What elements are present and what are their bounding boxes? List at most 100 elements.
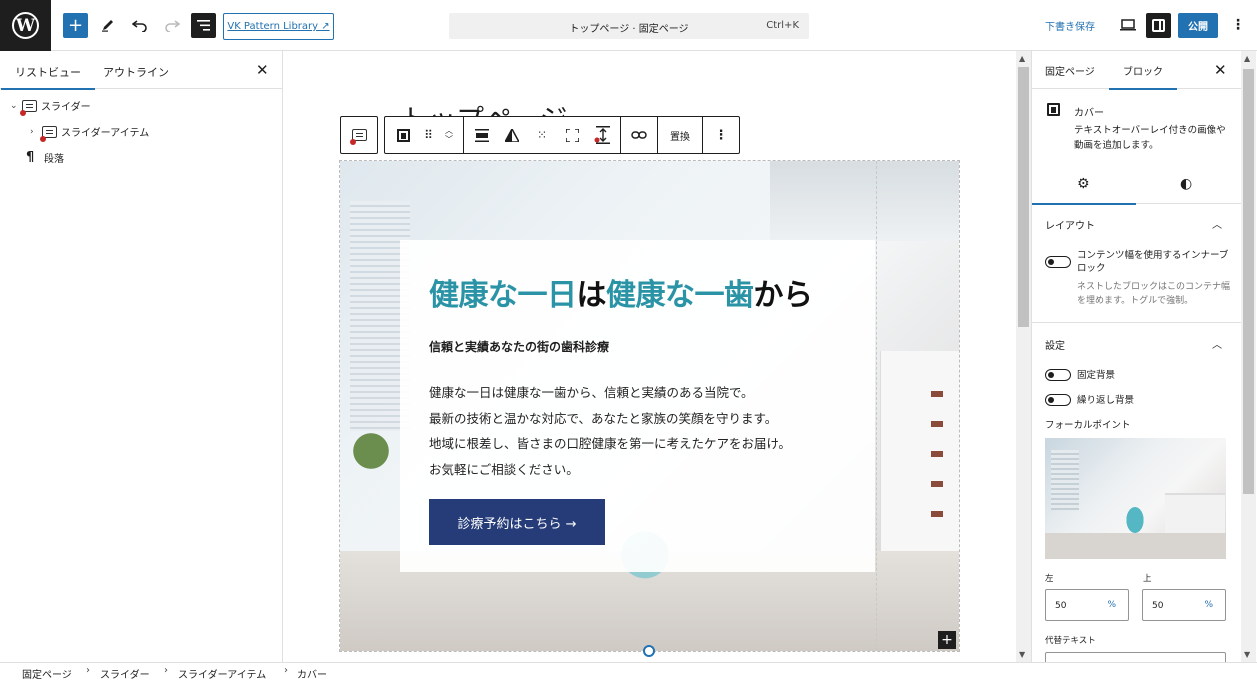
- undo-button[interactable]: [128, 13, 152, 37]
- tools-button[interactable]: [96, 13, 120, 37]
- reservation-button[interactable]: 診療予約はこちら →: [429, 499, 605, 545]
- chevron-up-icon[interactable]: ︿: [1212, 216, 1222, 231]
- inner-blocks-toggle[interactable]: [1045, 256, 1071, 268]
- chevron-right-icon[interactable]: ›: [30, 127, 42, 137]
- block-options-button[interactable]: ⋮: [706, 117, 736, 153]
- redo-button[interactable]: [160, 13, 184, 37]
- block-description: テキストオーバーレイ付きの画像や動画を追加します。: [1074, 125, 1226, 151]
- settings-gear-icon[interactable]: ⚙: [1033, 176, 1135, 205]
- styles-icon[interactable]: ◐: [1180, 176, 1192, 192]
- chevron-up-icon[interactable]: ︿: [445, 126, 453, 135]
- repeat-background-toggle[interactable]: [1045, 394, 1071, 406]
- heading-part: 健康な一日: [429, 278, 577, 313]
- sidebar-scrollbar[interactable]: ▲ ▼: [1241, 51, 1256, 662]
- focal-left-input[interactable]: 50 %: [1045, 589, 1129, 621]
- toolbar-group-link: [621, 117, 658, 153]
- tab-block[interactable]: ブロック: [1109, 63, 1177, 90]
- scrollbar-thumb[interactable]: [1243, 69, 1254, 494]
- settings-sidebar-toggle[interactable]: [1146, 13, 1171, 38]
- list-view-button[interactable]: [191, 13, 216, 38]
- focal-top-value: 50: [1152, 601, 1164, 611]
- fixed-background-toggle[interactable]: [1045, 369, 1071, 381]
- focal-top-input[interactable]: 50 %: [1142, 589, 1226, 621]
- vertical-spacing-button[interactable]: [587, 117, 617, 153]
- editor-header: W + VK Pattern Library ↗ トップページ · 固定ページ …: [0, 0, 1257, 51]
- list-item-paragraph[interactable]: ¶ 段落: [26, 150, 64, 165]
- focal-point-label: フォーカルポイント: [1045, 420, 1131, 431]
- duotone-icon: [505, 128, 519, 142]
- block-toolbar: ⠿ ︿ ﹀ ⁙ 置換 ⋮: [340, 116, 740, 154]
- cover-paragraph[interactable]: 健康な一日は健康な一歯から、信頼と実績のある当院で。 最新の技術と温かな対応で、…: [429, 380, 791, 482]
- save-draft-button[interactable]: 下書き保存: [1045, 18, 1095, 33]
- vk-pattern-library-button[interactable]: VK Pattern Library ↗: [223, 13, 334, 40]
- list-item-label: 段落: [44, 154, 64, 165]
- list-item-slider[interactable]: ⌄ スライダー: [10, 98, 91, 116]
- resize-handle[interactable]: [643, 645, 655, 657]
- block-name: カバー: [1074, 108, 1104, 119]
- chevron-down-icon[interactable]: ⌄: [10, 101, 22, 111]
- more-vertical-icon: ⋮: [1231, 17, 1245, 33]
- content-position-button[interactable]: ⁙: [527, 117, 557, 153]
- scroll-up-icon[interactable]: ▲: [1019, 54, 1025, 63]
- preview-button[interactable]: [1116, 13, 1140, 37]
- drag-handle[interactable]: ⠿: [418, 117, 438, 153]
- cover-heading[interactable]: 健康な一日は健康な一歯から: [429, 270, 813, 314]
- alt-text-input[interactable]: [1045, 652, 1226, 662]
- more-vertical-icon: ⋮: [714, 127, 728, 143]
- cover-block[interactable]: 健康な一日は健康な一歯から 信頼と実績あなたの街の歯科診療 健康な一日は健康な一…: [339, 160, 960, 652]
- cover-block-type-button[interactable]: [388, 117, 418, 153]
- command-palette-bar[interactable]: トップページ · 固定ページ Ctrl+K: [449, 13, 809, 39]
- list-view-panel: リストビュー アウトライン ✕ ⌄ スライダー › スライダーアイテム ¶ 段落: [0, 51, 283, 662]
- heading-part: 健康な一歯: [606, 278, 754, 313]
- replace-button[interactable]: 置換: [661, 117, 699, 153]
- select-parent-button[interactable]: [340, 116, 378, 154]
- add-inner-block-button[interactable]: +: [938, 631, 956, 649]
- focal-left-label: 左: [1045, 574, 1054, 584]
- inner-guide-line: [876, 161, 877, 651]
- list-item-slider-item[interactable]: › スライダーアイテム: [30, 124, 149, 142]
- inner-blocks-label: コンテンツ幅を使用するインナーブロック: [1077, 250, 1229, 274]
- heading-part: から: [753, 278, 814, 313]
- toolbar-main: ⠿ ︿ ﹀ ⁙ 置換 ⋮: [384, 116, 740, 154]
- slider-block-icon: [349, 129, 367, 145]
- more-options-button[interactable]: ⋮: [1226, 13, 1250, 37]
- toolbar-group-options: ⋮: [703, 117, 739, 153]
- scroll-up-icon[interactable]: ▲: [1244, 54, 1250, 63]
- tab-page[interactable]: 固定ページ: [1045, 63, 1095, 78]
- publish-button[interactable]: 公開: [1178, 13, 1218, 38]
- close-icon[interactable]: ✕: [256, 61, 269, 79]
- cover-subheading[interactable]: 信頼と実績あなたの街の歯科診療: [429, 338, 609, 355]
- cover-icon: [1047, 103, 1060, 116]
- tab-outline[interactable]: アウトライン: [103, 64, 169, 80]
- scroll-down-icon[interactable]: ▼: [1019, 650, 1025, 659]
- duotone-button[interactable]: [497, 117, 527, 153]
- chevron-up-icon[interactable]: ︿: [1212, 336, 1222, 351]
- add-block-button[interactable]: +: [63, 13, 88, 38]
- position-grid-icon: ⁙: [536, 128, 548, 142]
- alt-text-label: 代替テキスト: [1045, 636, 1096, 646]
- focal-point-picker[interactable]: [1045, 438, 1226, 559]
- inner-blocks-help: ネストしたブロックはこのコンテナ幅を埋めます。トグルで強制。: [1077, 282, 1231, 306]
- scrollbar-thumb[interactable]: [1018, 67, 1029, 327]
- editor-canvas: トップページ 健康な一日は健康な一歯から 信頼と実績あなたの街の歯科診療 健康な…: [283, 51, 1016, 662]
- align-button[interactable]: [467, 117, 497, 153]
- ceiling-light: [770, 161, 959, 241]
- breadcrumb: 固定ページ › スライダー › スライダーアイテム › カバー: [0, 662, 1257, 681]
- layout-section-title[interactable]: レイアウト: [1045, 217, 1095, 232]
- tab-list-view[interactable]: リストビュー: [1, 64, 95, 90]
- plus-icon: +: [941, 632, 953, 648]
- list-item-label: スライダー: [41, 102, 91, 113]
- sidebar-tabs: 固定ページ ブロック ✕: [1032, 51, 1241, 90]
- canvas-scrollbar[interactable]: ▲ ▼: [1016, 51, 1031, 662]
- close-icon[interactable]: ✕: [1214, 61, 1227, 79]
- paragraph-line: 最新の技術と温かな対応で、あなたと家族の笑顔を守ります。: [429, 410, 778, 426]
- link-button[interactable]: [624, 117, 654, 153]
- plant: [346, 421, 396, 481]
- move-up-down[interactable]: ︿ ﹀: [438, 117, 460, 153]
- scroll-down-icon[interactable]: ▼: [1244, 650, 1250, 659]
- wordpress-logo-button[interactable]: W: [0, 0, 51, 51]
- full-height-button[interactable]: [557, 117, 587, 153]
- settings-section-title[interactable]: 設定: [1045, 337, 1065, 352]
- chevron-down-icon[interactable]: ﹀: [445, 135, 453, 144]
- focal-top-label: 上: [1143, 574, 1152, 584]
